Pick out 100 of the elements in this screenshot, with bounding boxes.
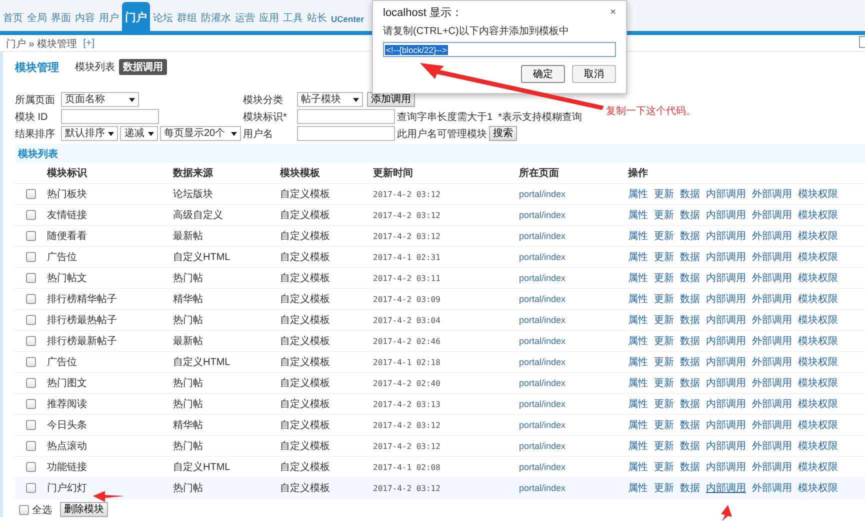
nav-tab[interactable]: 群组 bbox=[176, 11, 198, 31]
action-link[interactable]: 模块权限 bbox=[798, 481, 838, 495]
action-link[interactable]: 数据 bbox=[680, 334, 700, 348]
action-link[interactable]: 模块权限 bbox=[798, 418, 838, 432]
action-link[interactable]: 数据 bbox=[680, 439, 700, 453]
table-row[interactable]: 排行榜最热帖子 热门帖 自定义模板 2017-4-2 03:04 portal/index 属性 更新 数据 内部调用 外部调用 模块权限 bbox=[15, 310, 865, 331]
nav-tab[interactable]: 防灌水 bbox=[200, 11, 232, 31]
action-link[interactable]: 模块权限 bbox=[798, 292, 838, 306]
action-link[interactable]: 更新 bbox=[654, 271, 674, 285]
table-row[interactable]: 排行榜精华帖子 精华帖 自定义模板 2017-4-2 03:09 portal/index 属性 更新 数据 内部调用 外部调用 模块权限 bbox=[15, 289, 865, 310]
page-link[interactable]: portal/index bbox=[519, 398, 566, 408]
sub-tab[interactable]: 模块列表 bbox=[75, 60, 115, 74]
action-link[interactable]: 外部调用 bbox=[752, 187, 792, 201]
action-link[interactable]: 外部调用 bbox=[752, 292, 792, 306]
action-link[interactable]: 内部调用 bbox=[706, 250, 746, 264]
add-shortcut-link[interactable]: [+] bbox=[83, 38, 95, 49]
action-link[interactable]: 数据 bbox=[680, 355, 700, 369]
nav-tab[interactable]: 界面 bbox=[50, 11, 72, 31]
action-link[interactable]: 内部调用 bbox=[706, 439, 746, 453]
action-link[interactable]: 数据 bbox=[680, 418, 700, 432]
action-link[interactable]: 内部调用 bbox=[706, 460, 746, 474]
action-link[interactable]: 数据 bbox=[680, 187, 700, 201]
per-page-select[interactable]: 每页显示20个 bbox=[160, 126, 241, 141]
checkbox[interactable] bbox=[26, 294, 36, 304]
table-row[interactable]: 推荐阅读 热门帖 自定义模板 2017-4-2 03:13 portal/index 属性 更新 数据 内部调用 外部调用 模块权限 bbox=[15, 394, 865, 415]
action-link[interactable]: 属性 bbox=[628, 481, 648, 495]
action-link[interactable]: 内部调用 bbox=[706, 292, 746, 306]
table-row[interactable]: 随便看看 最新帖 自定义模板 2017-4-2 03:12 portal/index 属性 更新 数据 内部调用 外部调用 模块权限 bbox=[15, 226, 865, 247]
action-link[interactable]: 属性 bbox=[628, 397, 648, 411]
action-link[interactable]: 内部调用 bbox=[706, 481, 746, 495]
action-link[interactable]: 模块权限 bbox=[798, 313, 838, 327]
action-link[interactable]: 更新 bbox=[654, 439, 674, 453]
action-link[interactable]: 模块权限 bbox=[798, 229, 838, 243]
checkbox[interactable] bbox=[26, 378, 36, 388]
action-link[interactable]: 属性 bbox=[628, 187, 648, 201]
checkbox[interactable] bbox=[26, 399, 36, 409]
table-row[interactable]: 今日头条 精华帖 自定义模板 2017-4-2 03:12 portal/index 属性 更新 数据 内部调用 外部调用 模块权限 bbox=[15, 415, 865, 436]
category-select[interactable]: 帖子模块 bbox=[297, 92, 363, 107]
input-field[interactable] bbox=[297, 126, 395, 141]
action-link[interactable]: 数据 bbox=[680, 229, 700, 243]
page-link[interactable]: portal/index bbox=[519, 440, 566, 450]
action-link[interactable]: 更新 bbox=[654, 418, 674, 432]
action-link[interactable]: 内部调用 bbox=[706, 313, 746, 327]
checkbox[interactable] bbox=[26, 483, 36, 493]
action-link[interactable]: 更新 bbox=[654, 229, 674, 243]
table-row[interactable]: 广告位 自定义HTML 自定义模板 2017-4-1 02:31 portal/index 属性 更新 数据 内部调用 外部调用 模块权限 bbox=[15, 247, 865, 268]
nav-tab[interactable]: UCenter bbox=[330, 14, 366, 31]
table-row[interactable]: 热门图文 热门帖 自定义模板 2017-4-2 02:40 portal/index 属性 更新 数据 内部调用 外部调用 模块权限 bbox=[15, 373, 865, 394]
nav-tab[interactable]: 用户 bbox=[98, 11, 120, 31]
table-row[interactable]: 友情链接 高级自定义 自定义模板 2017-4-2 03:12 portal/index 属性 更新 数据 内部调用 外部调用 模块权限 bbox=[15, 205, 865, 226]
action-link[interactable]: 内部调用 bbox=[706, 334, 746, 348]
action-link[interactable]: 模块权限 bbox=[798, 187, 838, 201]
action-link[interactable]: 属性 bbox=[628, 418, 648, 432]
table-row[interactable]: 热点滚动 热门帖 自定义模板 2017-4-2 03:12 portal/index 属性 更新 数据 内部调用 外部调用 模块权限 bbox=[15, 436, 865, 457]
checkbox[interactable] bbox=[19, 504, 29, 514]
action-link[interactable]: 更新 bbox=[654, 334, 674, 348]
page-link[interactable]: portal/index bbox=[519, 356, 566, 366]
page-link[interactable]: portal/index bbox=[519, 294, 566, 304]
action-link[interactable]: 外部调用 bbox=[752, 334, 792, 348]
action-link[interactable]: 更新 bbox=[654, 292, 674, 306]
table-row[interactable]: 广告位 自定义HTML 自定义模板 2017-4-1 02:18 portal/index 属性 更新 数据 内部调用 外部调用 模块权限 bbox=[15, 352, 865, 373]
page-link[interactable]: portal/index bbox=[519, 252, 566, 262]
order-select[interactable]: 递减 bbox=[120, 126, 158, 141]
action-link[interactable]: 数据 bbox=[680, 271, 700, 285]
action-link[interactable]: 模块权限 bbox=[798, 334, 838, 348]
checkbox[interactable] bbox=[26, 189, 36, 199]
action-link[interactable]: 内部调用 bbox=[706, 208, 746, 222]
action-link[interactable]: 外部调用 bbox=[752, 418, 792, 432]
table-row[interactable]: 热门板块 论坛版块 自定义模板 2017-4-2 03:12 portal/index 属性 更新 数据 内部调用 外部调用 模块权限 bbox=[15, 184, 865, 205]
action-link[interactable]: 数据 bbox=[680, 292, 700, 306]
action-link[interactable]: 模块权限 bbox=[798, 208, 838, 222]
checkbox[interactable] bbox=[26, 210, 36, 220]
action-link[interactable]: 内部调用 bbox=[706, 376, 746, 390]
page-link[interactable]: portal/index bbox=[519, 462, 566, 472]
input-field[interactable] bbox=[61, 109, 159, 124]
action-link[interactable]: 模块权限 bbox=[798, 271, 838, 285]
nav-tab[interactable]: 首页 bbox=[2, 11, 24, 31]
dialog-button[interactable]: 确定 bbox=[521, 65, 565, 83]
action-link[interactable]: 更新 bbox=[654, 481, 674, 495]
page-link[interactable]: portal/index bbox=[519, 336, 566, 346]
action-link[interactable]: 外部调用 bbox=[752, 271, 792, 285]
checkbox[interactable] bbox=[26, 252, 36, 262]
page-select[interactable]: 页面名称 bbox=[61, 92, 139, 107]
table-row[interactable]: 排行榜最新帖子 最新帖 自定义模板 2017-4-2 02:46 portal/index 属性 更新 数据 内部调用 外部调用 模块权限 bbox=[15, 331, 865, 352]
action-link[interactable]: 外部调用 bbox=[752, 250, 792, 264]
action-link[interactable]: 内部调用 bbox=[706, 355, 746, 369]
checkbox[interactable] bbox=[26, 231, 36, 241]
action-link[interactable]: 模块权限 bbox=[798, 397, 838, 411]
action-link[interactable]: 更新 bbox=[654, 187, 674, 201]
page-link[interactable]: portal/index bbox=[519, 272, 566, 282]
page-link[interactable]: portal/index bbox=[519, 378, 566, 388]
nav-tab[interactable]: 站长 bbox=[306, 11, 328, 31]
action-link[interactable]: 外部调用 bbox=[752, 355, 792, 369]
page-link[interactable]: portal/index bbox=[519, 482, 566, 492]
page-link[interactable]: portal/index bbox=[519, 210, 566, 220]
action-link[interactable]: 外部调用 bbox=[752, 460, 792, 474]
action-link[interactable]: 更新 bbox=[654, 250, 674, 264]
table-row[interactable]: 热门帖文 热门帖 自定义模板 2017-4-2 03:11 portal/index 属性 更新 数据 内部调用 外部调用 模块权限 bbox=[15, 268, 865, 289]
checkbox[interactable] bbox=[26, 357, 36, 367]
nav-tab[interactable]: 论坛 bbox=[152, 11, 174, 31]
